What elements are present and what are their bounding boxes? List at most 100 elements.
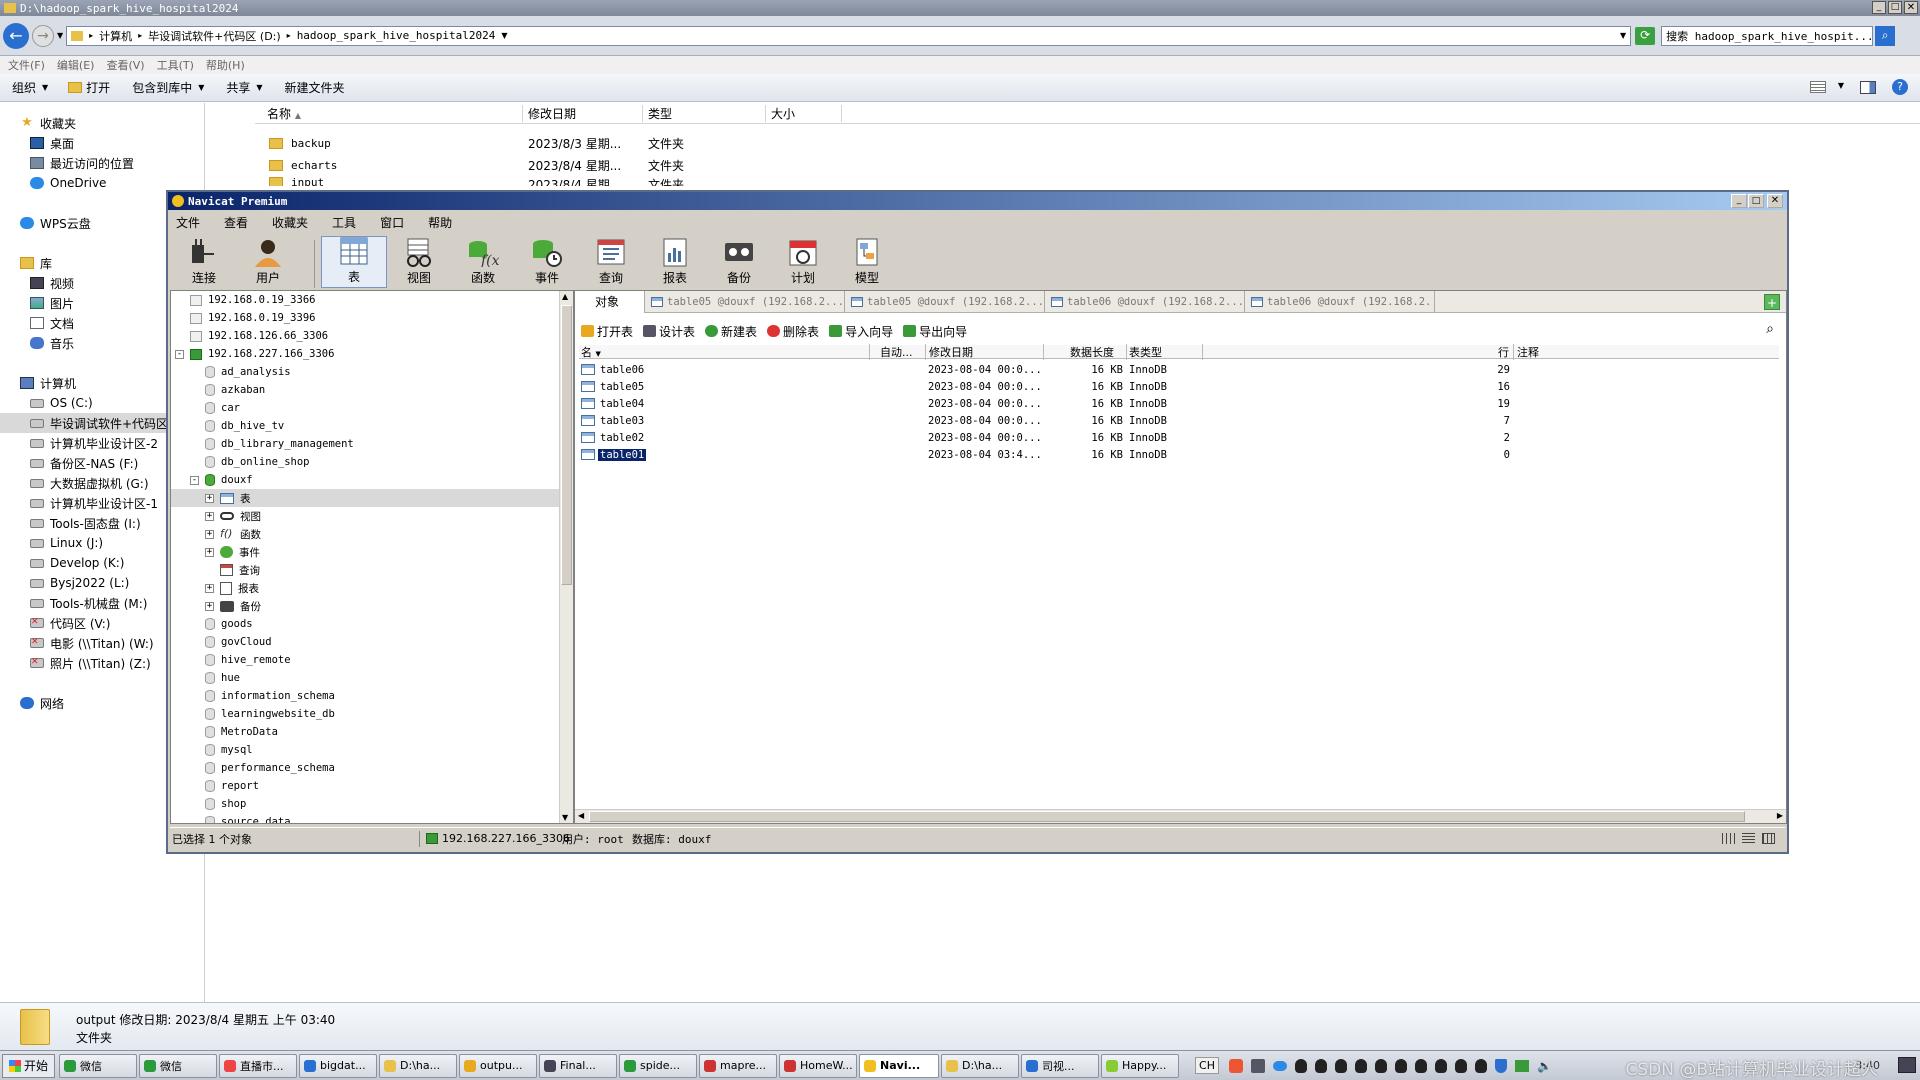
taskbar-item[interactable]: 直播市...	[219, 1053, 298, 1078]
preview-pane-icon[interactable]	[1860, 81, 1876, 94]
col-modified[interactable]: 修改日期	[926, 343, 1044, 360]
toolbar-backup-button[interactable]: 备份	[707, 236, 771, 288]
menu-view[interactable]: 查看(V)	[106, 57, 144, 73]
column-type[interactable]: 类型	[643, 105, 766, 122]
export-wizard-button[interactable]: 导出向导	[903, 323, 967, 340]
breadcrumb-folder[interactable]: hadoop_spark_hive_hospital2024	[297, 29, 496, 42]
language-indicator[interactable]: CH	[1195, 1057, 1219, 1074]
address-dropdown-icon[interactable]: ▼	[1620, 31, 1626, 40]
share-button[interactable]: 共享 ▼	[226, 79, 262, 96]
list-view-icon[interactable]	[1722, 833, 1735, 844]
tray-shield-icon[interactable]	[1494, 1058, 1507, 1073]
include-library-button[interactable]: 包含到库中 ▼	[132, 79, 204, 96]
show-desktop-button[interactable]	[1898, 1057, 1916, 1073]
taskbar-item[interactable]: D:\ha...	[379, 1053, 458, 1078]
taskbar-item[interactable]: outpu...	[459, 1053, 538, 1078]
refresh-icon[interactable]: ⟳	[1635, 26, 1656, 45]
taskbar-item[interactable]: HomeW...	[779, 1053, 858, 1078]
table-row[interactable]: table04 2023-08-04 00:0... 16 KB InnoDB 19	[579, 395, 1779, 412]
tray-qq-icon[interactable]	[1374, 1058, 1387, 1073]
navicat-menu-1[interactable]: 查看	[224, 214, 248, 231]
design-table-button[interactable]: 设计表	[643, 323, 695, 340]
toolbar-schedule-button[interactable]: 计划	[771, 236, 835, 288]
tray-qq-icon[interactable]	[1294, 1058, 1307, 1073]
tray-qq-icon[interactable]	[1454, 1058, 1467, 1073]
tab-table-4[interactable]: table06 @douxf (192.168.2...	[1245, 290, 1435, 313]
col-auto[interactable]: 自动...	[870, 343, 926, 360]
tree-item[interactable]: db_hive_tv	[171, 417, 561, 435]
tray-qq-icon[interactable]	[1474, 1058, 1487, 1073]
table-row[interactable]: table02 2023-08-04 00:0... 16 KB InnoDB 2	[579, 429, 1779, 446]
menu-file[interactable]: 文件(F)	[8, 57, 45, 73]
tree-scrollbar[interactable]: ▲ ▼	[559, 291, 573, 823]
toolbar-user-button[interactable]: 用户	[236, 236, 300, 288]
tree-item[interactable]: hue	[171, 669, 561, 687]
address-bar[interactable]: ▸ 计算机 ▸ 毕设调试软件+代码区 (D:) ▸ hadoop_spark_h…	[66, 25, 1632, 46]
history-dropdown-icon[interactable]: ▼	[57, 31, 63, 40]
tree-item[interactable]: govCloud	[171, 633, 561, 651]
tray-qq-icon[interactable]	[1434, 1058, 1447, 1073]
tab-objects[interactable]: 对象	[575, 290, 645, 313]
tray-qq-icon[interactable]	[1394, 1058, 1407, 1073]
table-row[interactable]: table03 2023-08-04 00:0... 16 KB InnoDB 7	[579, 412, 1779, 429]
tray-app-icon[interactable]	[1250, 1058, 1265, 1073]
tree-item[interactable]: azkaban	[171, 381, 561, 399]
maximize-button[interactable]: □	[1888, 1, 1902, 14]
navicat-minimize-button[interactable]: _	[1731, 194, 1747, 208]
nav-item[interactable]: 桌面	[0, 133, 204, 153]
toolbar-table-button[interactable]: 表	[321, 236, 387, 288]
taskbar-item[interactable]: D:\ha...	[941, 1053, 1020, 1078]
taskbar-item[interactable]: 微信	[139, 1053, 218, 1078]
taskbar-item[interactable]: Happy...	[1101, 1053, 1180, 1078]
hscroll-thumb[interactable]	[589, 811, 1745, 822]
navicat-menu-3[interactable]: 工具	[332, 214, 356, 231]
file-row[interactable]: input 2023/8/4 星期... 文件夹	[255, 176, 855, 186]
search-icon[interactable]: ⌕	[1875, 25, 1896, 46]
file-row[interactable]: echarts 2023/8/4 星期... 文件夹	[255, 154, 855, 176]
taskbar-item[interactable]: 司视...	[1021, 1053, 1100, 1078]
new-folder-button[interactable]: 新建文件夹	[285, 79, 345, 96]
tree-scrollbar-thumb[interactable]	[561, 305, 572, 585]
tree-item[interactable]: performance_schema	[171, 759, 561, 777]
minimize-button[interactable]: _	[1872, 1, 1886, 14]
tree-item[interactable]: goods	[171, 615, 561, 633]
tree-item[interactable]: 192.168.126.66_3306	[171, 327, 561, 345]
table-row[interactable]: table05 2023-08-04 00:0... 16 KB InnoDB 16	[579, 378, 1779, 395]
taskbar-item[interactable]: Navi...	[859, 1053, 940, 1078]
tree-item[interactable]: + 报表	[171, 579, 561, 597]
tree-item[interactable]: 查询	[171, 561, 561, 579]
taskbar-item[interactable]: 微信	[59, 1053, 138, 1078]
expand-icon[interactable]: +	[205, 511, 214, 521]
view-options-icon[interactable]	[1810, 81, 1826, 93]
start-button[interactable]: 开始	[2, 1053, 56, 1078]
tree-item[interactable]: - 192.168.227.166_3306	[171, 345, 561, 363]
tree-item[interactable]: - douxf	[171, 471, 561, 489]
tree-item[interactable]: MetroData	[171, 723, 561, 741]
tray-qq-icon[interactable]	[1334, 1058, 1347, 1073]
close-button[interactable]: ✕	[1904, 1, 1918, 14]
tree-item[interactable]: mysql	[171, 741, 561, 759]
taskbar-item[interactable]: Final...	[539, 1053, 618, 1078]
tray-cloud-icon[interactable]	[1272, 1060, 1287, 1071]
tab-table-1[interactable]: table05 @douxf (192.168.2...	[645, 290, 845, 313]
col-datasize[interactable]: 数据长度	[1044, 343, 1127, 360]
toolbar-function-button[interactable]: f(x) 函数	[451, 236, 515, 288]
nav-item[interactable]: 最近访问的位置	[0, 153, 204, 173]
table-row[interactable]: table06 2023-08-04 00:0... 16 KB InnoDB 29	[579, 361, 1779, 378]
menu-tools[interactable]: 工具(T)	[157, 57, 194, 73]
tray-volume-icon[interactable]: 🔈	[1537, 1059, 1552, 1073]
col-engine[interactable]: 表类型	[1127, 343, 1203, 360]
menu-help[interactable]: 帮助(H)	[206, 57, 245, 73]
column-size[interactable]: 大小	[766, 105, 842, 122]
col-rows[interactable]: 行	[1203, 343, 1514, 360]
new-table-button[interactable]: 新建表	[705, 323, 757, 340]
taskbar-item[interactable]: mapre...	[699, 1053, 778, 1078]
help-icon[interactable]: ?	[1892, 79, 1908, 95]
tree-item[interactable]: hive_remote	[171, 651, 561, 669]
navicat-menu-2[interactable]: 收藏夹	[272, 214, 308, 231]
expand-icon[interactable]: +	[205, 583, 214, 593]
import-wizard-button[interactable]: 导入向导	[829, 323, 893, 340]
open-table-button[interactable]: 打开表	[581, 323, 633, 340]
expand-icon[interactable]: +	[205, 547, 214, 557]
forward-button[interactable]: →	[32, 24, 54, 47]
